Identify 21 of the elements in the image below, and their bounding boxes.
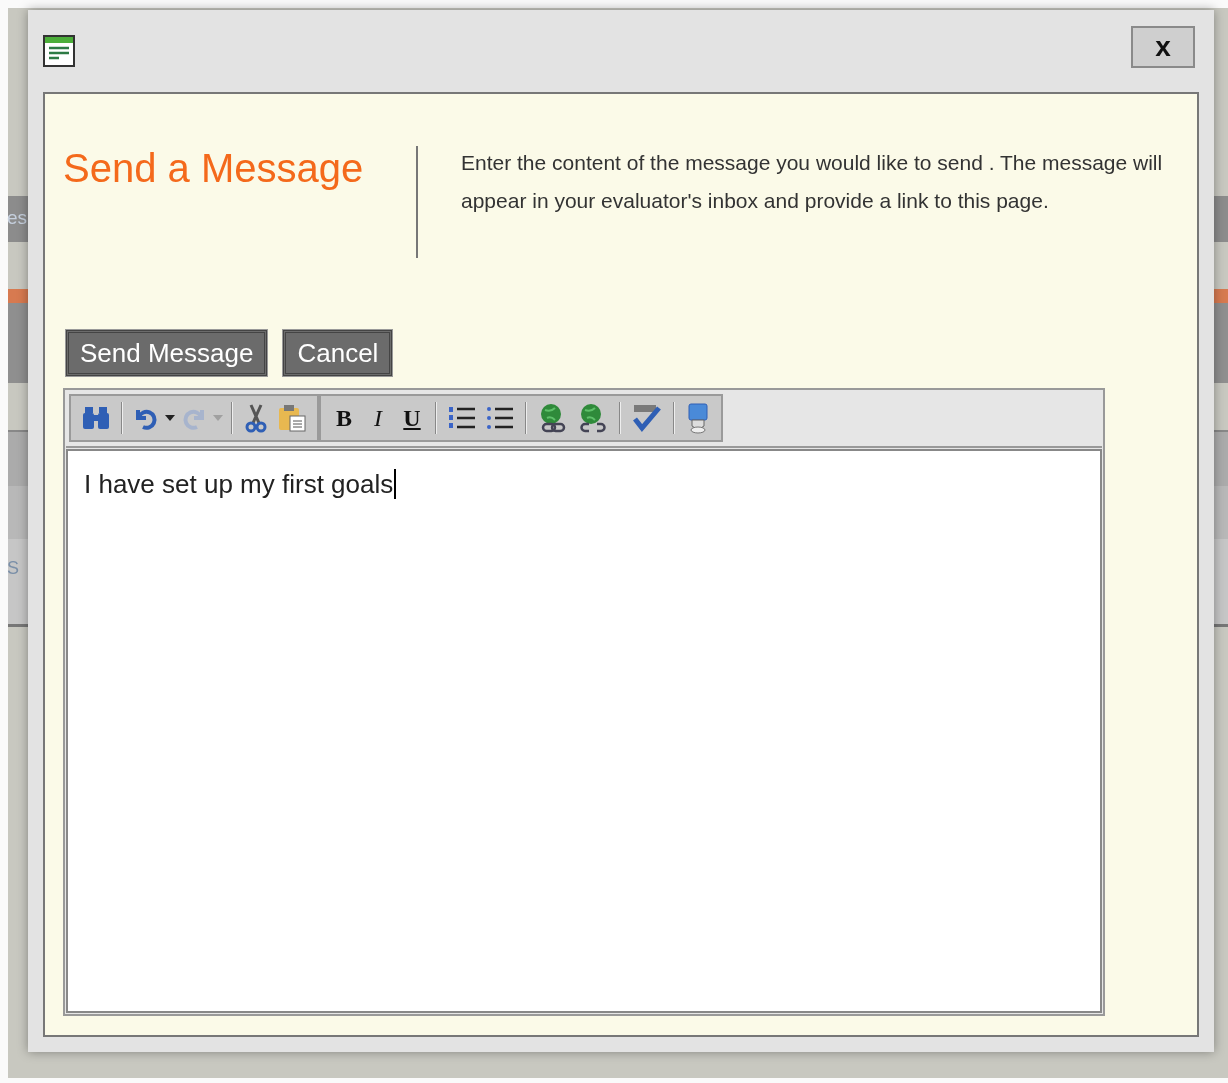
spellcheck-icon: [631, 403, 663, 433]
bullet-list-icon: [485, 404, 515, 432]
dialog-heading: Send a Message: [63, 146, 365, 191]
background-text: es: [7, 207, 28, 229]
send-button[interactable]: Send Message: [66, 330, 268, 376]
bold-button[interactable]: B: [327, 400, 361, 436]
background-text: S: [7, 558, 19, 579]
binoculars-icon: [81, 405, 111, 431]
caret-icon: [213, 415, 223, 421]
monitor-icon: [685, 402, 711, 434]
close-button[interactable]: x: [1131, 26, 1195, 68]
cancel-button[interactable]: Cancel: [283, 330, 393, 376]
clipboard-icon: [277, 403, 307, 433]
caret-icon: [165, 415, 175, 421]
window-icon: [43, 35, 75, 67]
scissors-icon: [244, 403, 268, 433]
underline-button[interactable]: U: [395, 400, 429, 436]
dialog-description: Enter the content of the message you would like to send . The message will appear in your evaluator's inbox and provide a link to this page.: [461, 150, 1164, 214]
globe-unlink-icon: [577, 402, 609, 434]
message-editor[interactable]: I have set up my first goals: [66, 449, 1102, 1013]
italic-button[interactable]: I: [361, 400, 395, 436]
